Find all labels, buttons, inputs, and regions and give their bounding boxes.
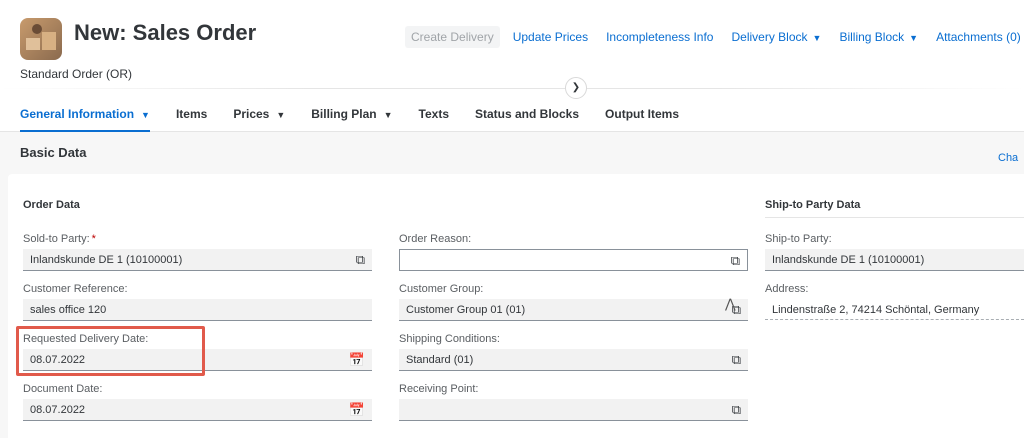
sold-to-party-label-text: Sold-to Party: bbox=[23, 233, 90, 245]
sold-to-party-field[interactable]: Inlandskunde DE 1 (10100001) ⧉ bbox=[23, 249, 372, 271]
tab-general-information[interactable]: General Information ▼ bbox=[0, 98, 163, 133]
incompleteness-info-button[interactable]: Incompleteness Info bbox=[597, 26, 722, 48]
customer-group-field[interactable]: Customer Group 01 (01) ⧉ bbox=[399, 299, 748, 321]
section-title: Basic Data bbox=[20, 145, 87, 160]
chevron-down-icon: ▼ bbox=[141, 110, 150, 120]
document-date-value: 08.07.2022 bbox=[30, 404, 86, 416]
page-title: New: Sales Order bbox=[74, 20, 257, 45]
attachments-button[interactable]: Attachments (0) bbox=[927, 26, 1024, 48]
receiving-point-label: Receiving Point: bbox=[399, 383, 479, 395]
object-page-header: New: Sales Order Standard Order (OR) Cre… bbox=[0, 0, 1024, 99]
shipping-conditions-value: Standard (01) bbox=[406, 354, 474, 366]
calendar-icon[interactable]: 📅 bbox=[349, 349, 365, 371]
document-date-label: Document Date: bbox=[23, 383, 103, 395]
order-reason-label: Order Reason: bbox=[399, 233, 472, 245]
order-reason-field[interactable]: ⧉ bbox=[399, 249, 748, 271]
address-label: Address: bbox=[765, 283, 809, 295]
tab-label: Billing Plan bbox=[311, 107, 377, 121]
value-help-icon[interactable]: ⧉ bbox=[356, 249, 365, 271]
required-marker: * bbox=[91, 233, 96, 245]
requested-delivery-date-highlight bbox=[16, 326, 205, 376]
customer-reference-value: sales office 120 bbox=[30, 304, 107, 316]
chevron-down-icon: ▼ bbox=[383, 110, 393, 120]
sold-to-party-label: Sold-to Party: * bbox=[23, 233, 96, 245]
tab-label: Items bbox=[175, 107, 208, 121]
calendar-icon[interactable]: 📅 bbox=[349, 399, 365, 421]
receiving-point-field[interactable]: ⧉ bbox=[399, 399, 748, 421]
tab-output-items[interactable]: Output Items bbox=[592, 98, 692, 132]
customer-reference-field[interactable]: sales office 120 bbox=[23, 299, 372, 321]
value-help-icon[interactable]: ⧉ bbox=[732, 399, 741, 421]
order-data-title: Order Data bbox=[23, 199, 80, 211]
delivery-block-label: Delivery Block bbox=[731, 30, 808, 44]
value-help-icon[interactable]: ⧉ bbox=[732, 349, 741, 371]
tab-label: Prices bbox=[233, 107, 270, 121]
document-date-field[interactable]: 08.07.2022 📅 bbox=[23, 399, 372, 421]
tab-billing-plan[interactable]: Billing Plan ▼ bbox=[298, 98, 405, 132]
expand-header-button[interactable]: ❯ bbox=[565, 77, 587, 99]
address-value: Lindenstraße 2, 74214 Schöntal, Germany bbox=[772, 304, 980, 316]
change-link[interactable]: Cha bbox=[998, 152, 1018, 164]
tab-items[interactable]: Items bbox=[163, 98, 220, 132]
anchor-tab-bar: General Information ▼ Items Prices ▼ Billi… bbox=[0, 98, 1024, 133]
tab-prices[interactable]: Prices ▼ bbox=[220, 98, 298, 132]
header-divider bbox=[0, 88, 1024, 89]
customer-reference-label: Customer Reference: bbox=[23, 283, 128, 295]
billing-block-label: Billing Block bbox=[839, 30, 905, 44]
ship-to-party-label: Ship-to Party: bbox=[765, 233, 832, 245]
sales-order-app-icon bbox=[20, 18, 62, 60]
chevron-down-icon: ▼ bbox=[812, 33, 822, 43]
tab-label: General Information bbox=[20, 107, 135, 121]
customer-group-label: Customer Group: bbox=[399, 283, 484, 295]
page-subtitle: Standard Order (OR) bbox=[20, 67, 133, 81]
create-delivery-button[interactable]: Create Delivery bbox=[405, 26, 500, 48]
ship-to-party-value: Inlandskunde DE 1 (10100001) bbox=[772, 254, 925, 266]
tab-texts[interactable]: Texts bbox=[406, 98, 462, 132]
ship-to-party-data-title: Ship-to Party Data bbox=[765, 199, 861, 211]
ship-to-party-field[interactable]: Inlandskunde DE 1 (10100001) bbox=[765, 249, 1024, 271]
shipping-conditions-label: Shipping Conditions: bbox=[399, 333, 500, 345]
update-prices-button[interactable]: Update Prices bbox=[504, 26, 597, 48]
chevron-down-icon: ❯ bbox=[571, 82, 581, 93]
text-cursor-icon: ⋀ bbox=[725, 296, 736, 311]
tab-status-and-blocks[interactable]: Status and Blocks bbox=[462, 98, 592, 132]
header-actions-toolbar: Create Delivery Update Prices Incomplete… bbox=[405, 26, 1024, 48]
chevron-down-icon: ▼ bbox=[909, 33, 919, 43]
address-underline bbox=[765, 319, 1024, 320]
chevron-down-icon: ▼ bbox=[276, 110, 286, 120]
tab-label: Output Items bbox=[605, 107, 680, 121]
value-help-icon[interactable]: ⧉ bbox=[731, 250, 740, 272]
tab-label: Texts bbox=[418, 107, 449, 121]
customer-group-value: Customer Group 01 (01) bbox=[406, 304, 526, 316]
delivery-block-menu-button[interactable]: Delivery Block ▼ bbox=[722, 26, 830, 48]
tab-label: Status and Blocks bbox=[475, 107, 580, 121]
billing-block-menu-button[interactable]: Billing Block ▼ bbox=[830, 26, 927, 48]
sold-to-party-value: Inlandskunde DE 1 (10100001) bbox=[30, 254, 183, 266]
ship-to-divider bbox=[765, 217, 1024, 218]
shipping-conditions-field[interactable]: Standard (01) ⧉ bbox=[399, 349, 748, 371]
